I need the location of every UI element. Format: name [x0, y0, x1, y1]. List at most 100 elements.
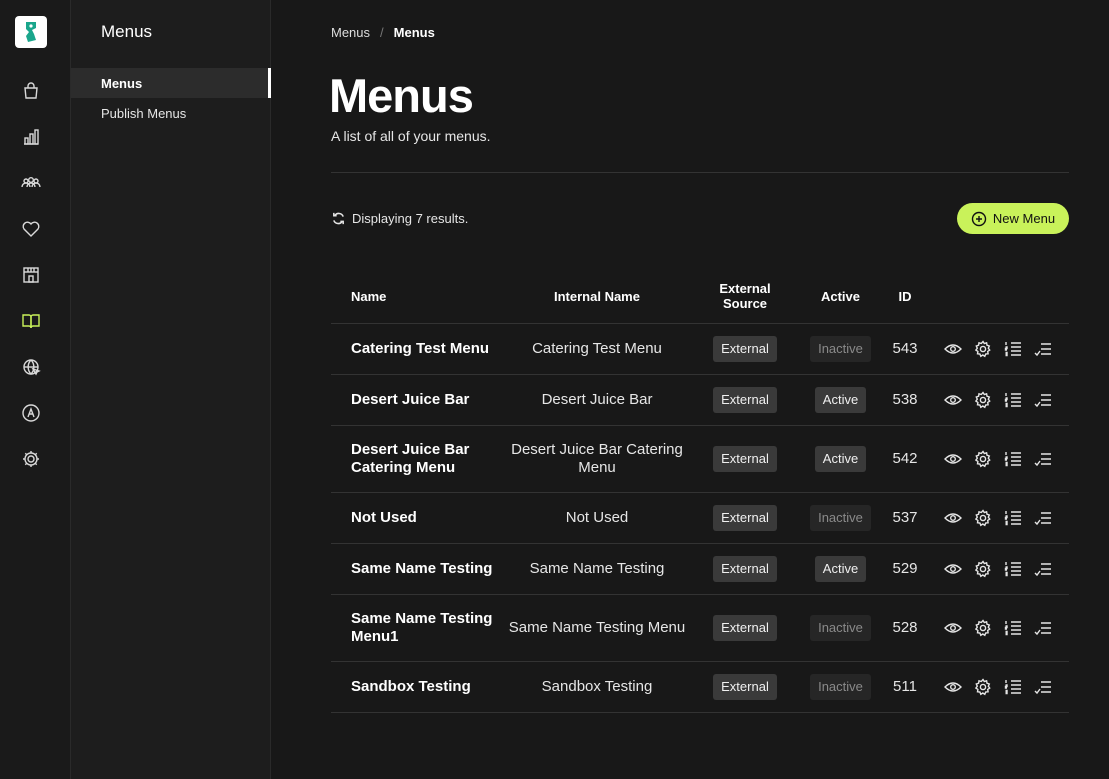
- table-row[interactable]: Same Name Testing Menu1 Same Name Testing…: [331, 595, 1069, 662]
- bar-chart-icon[interactable]: [20, 126, 42, 148]
- gear-icon[interactable]: [973, 449, 993, 469]
- checklist-icon-glyph: [1034, 563, 1051, 577]
- cell-internal-name: Catering Test Menu: [532, 340, 662, 357]
- header-internal-name[interactable]: Internal Name: [507, 268, 687, 324]
- gear-icon[interactable]: [973, 339, 993, 359]
- eye-icon-glyph: [944, 454, 962, 464]
- gear-icon-glyph: [974, 619, 991, 637]
- globe-cursor-icon[interactable]: [20, 356, 42, 378]
- status-badge: Active: [814, 446, 867, 472]
- cell-id: 529: [892, 560, 918, 577]
- checklist-icon-glyph: [1034, 681, 1051, 695]
- cell-external-source: External: [701, 426, 789, 492]
- heart-icon[interactable]: [20, 218, 42, 240]
- breadcrumb-link-menus[interactable]: Menus: [331, 25, 370, 40]
- cell-menu-name[interactable]: Sandbox Testing: [351, 662, 511, 712]
- row-actions: [943, 493, 1061, 543]
- checklist-icon-glyph: [1034, 453, 1051, 467]
- eye-icon[interactable]: [943, 618, 963, 638]
- app-a-icon[interactable]: [20, 402, 42, 424]
- eye-icon-glyph: [944, 564, 962, 574]
- checklist-icon[interactable]: [1033, 390, 1053, 410]
- header-external-source[interactable]: External Source: [711, 268, 779, 324]
- subnav-title: Menus: [101, 22, 153, 41]
- gear-icon[interactable]: [973, 390, 993, 410]
- cell-internal-name: Same Name Testing Menu: [508, 619, 686, 636]
- gear-icon[interactable]: [20, 448, 42, 470]
- cell-menu-name[interactable]: Same Name Testing Menu1: [351, 595, 511, 661]
- numbered-list-icon-glyph: [1004, 393, 1021, 408]
- external-source-badge: External: [713, 556, 777, 582]
- table-row[interactable]: Catering Test Menu Catering Test Menu Exte…: [331, 324, 1069, 375]
- checklist-icon[interactable]: [1033, 677, 1053, 697]
- cell-active: Active: [803, 544, 878, 594]
- cell-menu-name[interactable]: Same Name Testing: [351, 544, 511, 594]
- header-name[interactable]: Name: [351, 268, 386, 324]
- table-row[interactable]: Same Name Testing Same Name Testing Extern…: [331, 544, 1069, 595]
- header-id[interactable]: ID: [887, 268, 923, 324]
- checklist-icon[interactable]: [1033, 618, 1053, 638]
- gear-icon[interactable]: [973, 559, 993, 579]
- numbered-list-icon-glyph: [1004, 511, 1021, 526]
- eye-icon-glyph: [944, 395, 962, 405]
- numbered-list-icon[interactable]: [1003, 559, 1023, 579]
- row-actions: [943, 662, 1061, 712]
- eye-icon[interactable]: [943, 449, 963, 469]
- refresh-icon[interactable]: [331, 211, 346, 226]
- cell-id: 537: [892, 509, 918, 526]
- cell-id: 538: [892, 391, 918, 408]
- checklist-icon[interactable]: [1033, 339, 1053, 359]
- header-active[interactable]: Active: [803, 268, 878, 324]
- row-actions: [943, 544, 1061, 594]
- cell-id: 543: [892, 340, 918, 357]
- cell-menu-name[interactable]: Not Used: [351, 493, 511, 543]
- subnav-item-publish-menus[interactable]: Publish Menus: [71, 98, 271, 128]
- gear-icon[interactable]: [973, 618, 993, 638]
- eye-icon[interactable]: [943, 677, 963, 697]
- eye-icon[interactable]: [943, 508, 963, 528]
- gear-icon-glyph: [974, 340, 991, 358]
- eye-icon[interactable]: [943, 339, 963, 359]
- storefront-icon[interactable]: [20, 264, 42, 286]
- checklist-icon[interactable]: [1033, 559, 1053, 579]
- results-count-text: Displaying 7 results.: [352, 211, 469, 226]
- cell-external-source: External: [701, 375, 789, 425]
- numbered-list-icon[interactable]: [1003, 677, 1023, 697]
- gear-icon-glyph: [974, 450, 991, 468]
- numbered-list-icon-glyph: [1004, 342, 1021, 357]
- secondary-nav: Menus Menus Publish Menus: [71, 0, 271, 779]
- checklist-icon[interactable]: [1033, 508, 1053, 528]
- gear-icon[interactable]: [973, 508, 993, 528]
- cell-menu-name[interactable]: Desert Juice Bar Catering Menu: [351, 426, 511, 492]
- status-badge: Active: [814, 387, 867, 413]
- table-row[interactable]: Desert Juice Bar Catering Menu Desert Jui…: [331, 426, 1069, 493]
- numbered-list-icon[interactable]: [1003, 618, 1023, 638]
- gear-icon[interactable]: [973, 677, 993, 697]
- numbered-list-icon-glyph: [1004, 680, 1021, 695]
- shopping-bag-icon[interactable]: [20, 80, 42, 102]
- brand-logo[interactable]: [15, 16, 47, 48]
- eye-icon[interactable]: [943, 390, 963, 410]
- cell-active: Inactive: [803, 595, 878, 661]
- brand-logo-icon: [26, 22, 36, 42]
- open-book-icon[interactable]: [20, 310, 42, 332]
- cell-menu-name[interactable]: Catering Test Menu: [351, 324, 511, 374]
- new-menu-button[interactable]: New Menu: [957, 203, 1069, 234]
- subnav-item-menus[interactable]: Menus: [71, 68, 271, 98]
- cell-menu-name[interactable]: Desert Juice Bar: [351, 375, 511, 425]
- table-row[interactable]: Sandbox Testing Sandbox Testing External In…: [331, 662, 1069, 713]
- external-source-badge: External: [713, 446, 777, 472]
- numbered-list-icon[interactable]: [1003, 339, 1023, 359]
- users-icon[interactable]: [20, 172, 42, 194]
- table-row[interactable]: Desert Juice Bar Desert Juice Bar External…: [331, 375, 1069, 426]
- table-row[interactable]: Not Used Not Used External Inactive 537: [331, 493, 1069, 544]
- cell-active: Active: [803, 426, 878, 492]
- numbered-list-icon[interactable]: [1003, 449, 1023, 469]
- numbered-list-icon[interactable]: [1003, 390, 1023, 410]
- eye-icon[interactable]: [943, 559, 963, 579]
- status-badge: Inactive: [810, 505, 871, 531]
- numbered-list-icon[interactable]: [1003, 508, 1023, 528]
- status-badge: Inactive: [810, 615, 871, 641]
- checklist-icon[interactable]: [1033, 449, 1053, 469]
- table-body: Catering Test Menu Catering Test Menu Exte…: [331, 324, 1069, 713]
